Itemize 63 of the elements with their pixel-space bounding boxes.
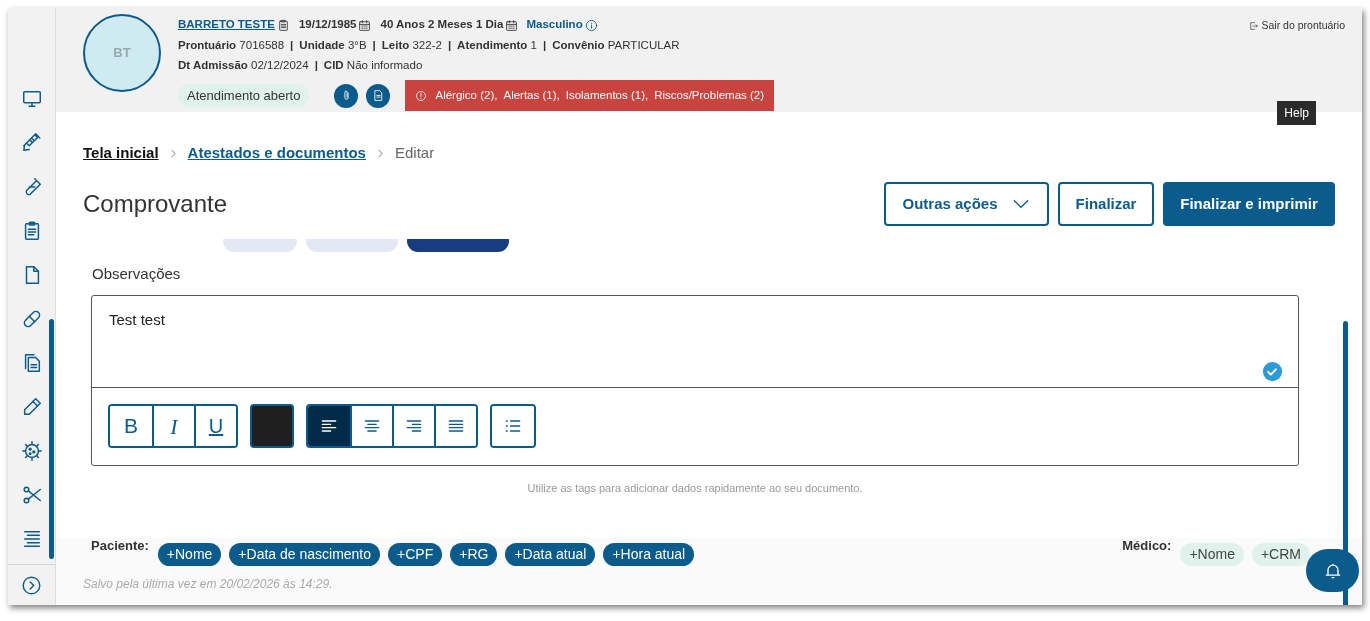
virus-icon — [20, 439, 43, 462]
dropdown-button[interactable]: Outras ações — [884, 182, 1049, 226]
tag-chip[interactable]: +Nome — [157, 543, 222, 566]
separator: | — [314, 58, 318, 74]
exit-icon — [1248, 20, 1259, 31]
patient-avatar: BT — [83, 14, 161, 92]
tag-chip[interactable]: +Nome — [1180, 543, 1244, 566]
syringe-icon — [20, 131, 43, 154]
separator: | — [447, 38, 452, 54]
tags-label: Paciente: — [91, 537, 149, 555]
tag-chip[interactable]: +RG — [450, 543, 498, 566]
breadcrumb-link[interactable]: Tela inicial — [83, 141, 159, 165]
tag-chip[interactable]: +Data de nascimento — [229, 543, 381, 566]
help-tooltip: Help — [1277, 101, 1316, 125]
info-icon[interactable] — [584, 18, 598, 32]
separator: | — [290, 38, 294, 54]
patient-detail: Unidade 3°B — [299, 38, 367, 54]
status-badge: Atendimento aberto — [178, 84, 310, 107]
patient-detail: Dt Admissão 02/12/2024 — [178, 58, 309, 74]
expand-sidebar-icon[interactable] — [21, 574, 42, 596]
calendar-icon — [505, 18, 519, 32]
tags-label: Médico: — [1122, 537, 1172, 555]
exit-link[interactable]: Sair do prontuário — [1248, 18, 1345, 34]
alert-item: Riscos/Problemas (2) — [654, 87, 765, 103]
tag-chip[interactable]: +Hora atual — [603, 543, 695, 566]
breadcrumb-current: Editar — [394, 142, 435, 163]
tag-chip[interactable]: +CPF — [388, 543, 443, 566]
observations-field[interactable]: Test test — [92, 295, 1298, 388]
align-left-button[interactable] — [308, 406, 350, 446]
outline-button[interactable]: Finalizar — [1058, 182, 1154, 226]
breadcrumb-link[interactable]: Atestados e documentos — [187, 141, 366, 165]
separator: | — [543, 38, 547, 54]
scrollbar-thumb[interactable] — [49, 319, 54, 559]
clipboard-icon[interactable] — [276, 18, 290, 32]
separator: | — [372, 38, 376, 54]
calendar-icon — [358, 18, 372, 32]
paperclip-button[interactable] — [334, 83, 359, 108]
alert-item: Isolamentos (1), — [565, 87, 649, 103]
underline-button[interactable]: U — [194, 406, 236, 446]
alert-icon — [415, 89, 428, 102]
text-color-swatch[interactable] — [250, 404, 294, 448]
tags-hint: Utilize as tags para adicionar dados rapidamente ao seu documento. — [526, 480, 864, 496]
document-button[interactable] — [366, 83, 391, 108]
patient-detail: Prontuário 7016588 — [178, 38, 285, 54]
birth-date: 19/12/1985 — [298, 17, 357, 33]
saved-note: Salvo pela última vez em 20/02/2026 às 14:29. — [83, 576, 333, 593]
patient-detail: Atendimento 1 — [457, 38, 537, 54]
alert-item: Alérgico (2), — [435, 87, 498, 103]
primary-button[interactable]: Finalizar e imprimir — [1163, 182, 1335, 226]
scissors-icon — [20, 483, 43, 506]
patient-detail: Convênio PARTICULAR — [552, 38, 680, 54]
patient-sex: Masculino — [526, 17, 583, 33]
page-title: Comprovante — [83, 189, 229, 219]
alerts-banner[interactable]: Alérgico (2), Alertas (1), Isolamentos (1), Riscos/Problemas (2) — [405, 80, 775, 111]
tag-chip[interactable]: +CRM — [1251, 543, 1310, 566]
alert-item: Alertas (1), — [503, 87, 560, 103]
patient-detail: Leito 322-2 — [381, 38, 442, 54]
observations-label: Observações — [92, 264, 182, 284]
patient-name-link[interactable]: BARRETO TESTE — [178, 16, 275, 34]
tag-chip[interactable]: +Data atual — [505, 543, 596, 566]
patient-age: 40 Anos 2 Meses 1 Dia — [380, 17, 504, 33]
align-justify-button[interactable] — [434, 406, 476, 446]
patient-detail: CID Não informado — [323, 58, 423, 74]
